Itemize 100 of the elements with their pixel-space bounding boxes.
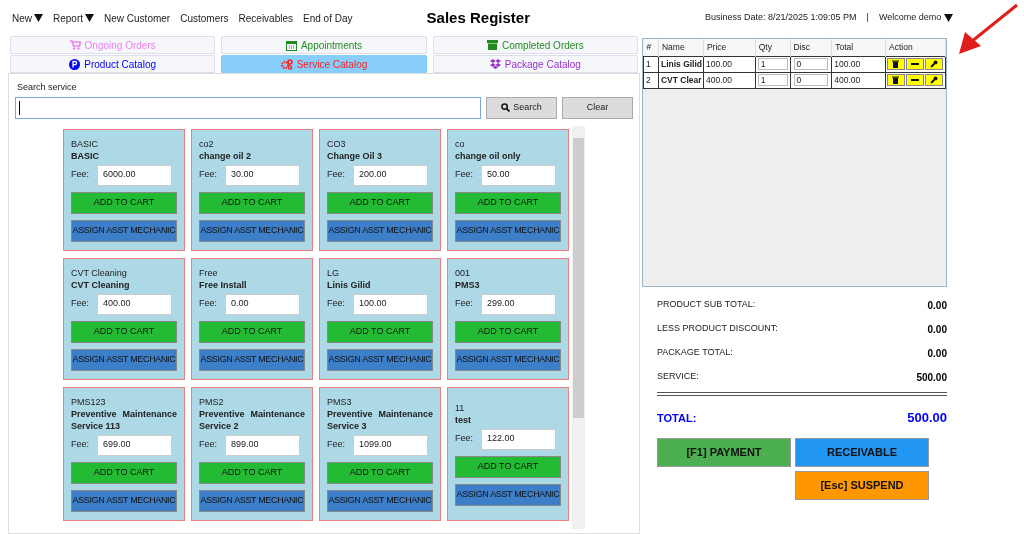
discount-field[interactable]: 0	[793, 74, 829, 86]
service-name: Free Install	[199, 278, 248, 291]
minus-icon	[911, 63, 919, 65]
table-cell: 1	[643, 56, 659, 72]
fee-field[interactable]: 400.00	[97, 293, 172, 315]
add-to-cart-button[interactable]: ADD TO CART	[71, 191, 177, 214]
separator-text: |	[866, 11, 869, 25]
add-to-cart-button[interactable]: ADD TO CART	[327, 320, 433, 343]
action-button[interactable]: RECEIVABLE	[795, 437, 929, 467]
scrollbar[interactable]	[572, 125, 585, 529]
assign-mechanic-button[interactable]: ASSIGN ASST MECHANIC	[455, 219, 561, 242]
service-code: co2	[199, 137, 215, 150]
fee-field[interactable]: 50.00	[481, 164, 556, 186]
service-name: Preventive Maintenance Service 113	[71, 407, 177, 432]
table-cell: 100.00	[703, 56, 756, 72]
tab[interactable]: Product Catalog	[10, 55, 216, 73]
mechanic-button[interactable]	[925, 74, 943, 86]
scrollbar-thumb[interactable]	[573, 137, 584, 418]
fee-field[interactable]: 122.00	[481, 428, 556, 450]
fee-field[interactable]: 100.00	[353, 293, 428, 315]
trash-icon	[892, 76, 900, 84]
qty-field[interactable]: 1	[757, 58, 788, 70]
fee-label: Fee:	[71, 438, 90, 452]
add-to-cart-button[interactable]: ADD TO CART	[455, 455, 561, 478]
add-to-cart-button[interactable]: ADD TO CART	[327, 461, 433, 484]
menu-item[interactable]: New	[12, 10, 43, 26]
service-code: PMS123	[71, 395, 107, 408]
fee-label: Fee:	[455, 432, 474, 446]
action-button[interactable]: [F1] PAYMENT	[657, 437, 791, 467]
fee-field[interactable]: 899.00	[225, 434, 300, 456]
menu-item[interactable]: Receivables	[238, 10, 293, 26]
service-name: change oil 2	[199, 149, 252, 162]
fee-label: Fee:	[71, 168, 90, 182]
assign-mechanic-button[interactable]: ASSIGN ASST MECHANIC	[327, 219, 433, 242]
assign-mechanic-button[interactable]: ASSIGN ASST MECHANIC	[327, 489, 433, 512]
assign-mechanic-button[interactable]: ASSIGN ASST MECHANIC	[199, 348, 305, 371]
add-to-cart-button[interactable]: ADD TO CART	[327, 191, 433, 214]
add-to-cart-button[interactable]: ADD TO CART	[199, 191, 305, 214]
add-to-cart-button[interactable]: ADD TO CART	[199, 461, 305, 484]
search-button[interactable]: Search	[486, 96, 557, 119]
total-value: 500.00	[907, 409, 947, 427]
assign-mechanic-button[interactable]: ASSIGN ASST MECHANIC	[199, 219, 305, 242]
delete-button[interactable]	[887, 58, 905, 70]
add-to-cart-button[interactable]: ADD TO CART	[199, 320, 305, 343]
wrench-icon	[930, 76, 938, 84]
summary-label: PACKAGE TOTAL:	[657, 346, 733, 360]
menu-item[interactable]: Customers	[180, 10, 229, 26]
service-name: Linis Gilid	[327, 278, 372, 291]
mechanic-button[interactable]	[925, 58, 943, 70]
add-to-cart-button[interactable]: ADD TO CART	[455, 320, 561, 343]
add-to-cart-button[interactable]: ADD TO CART	[455, 191, 561, 214]
delete-button[interactable]	[887, 74, 905, 86]
assign-mechanic-button[interactable]: ASSIGN ASST MECHANIC	[455, 483, 561, 506]
discount-field[interactable]: 0	[793, 58, 829, 70]
qty-field[interactable]: 1	[757, 74, 788, 86]
assign-mechanic-button[interactable]: ASSIGN ASST MECHANIC	[455, 348, 561, 371]
assign-mechanic-button[interactable]: ASSIGN ASST MECHANIC	[199, 489, 305, 512]
fee-label: Fee:	[327, 438, 346, 452]
assign-mechanic-button[interactable]: ASSIGN ASST MECHANIC	[327, 348, 433, 371]
fee-field[interactable]: 6000.00	[97, 164, 172, 186]
service-name: CVT Cleaning	[71, 278, 131, 291]
menu-item[interactable]: Report	[53, 10, 95, 26]
fee-field[interactable]: 0.00	[225, 293, 300, 315]
service-name: change oil only	[455, 149, 522, 162]
menu-item[interactable]: New Customer	[104, 10, 171, 26]
table-cell: 400.00	[831, 72, 886, 88]
column-header: Disc	[790, 39, 832, 56]
trash-icon	[892, 60, 900, 68]
fee-field[interactable]: 30.00	[225, 164, 300, 186]
assign-mechanic-button[interactable]: ASSIGN ASST MECHANIC	[71, 348, 177, 371]
clear-button[interactable]: Clear	[562, 96, 633, 119]
tab[interactable]: Completed Orders	[432, 36, 638, 54]
fee-field[interactable]: 699.00	[97, 434, 172, 456]
fee-label: Fee:	[455, 168, 474, 182]
service-name: Change Oil 3	[327, 149, 383, 162]
action-button[interactable]: [Esc] SUSPEND	[795, 470, 929, 500]
tab[interactable]: Appointments	[221, 36, 427, 54]
service-code: CO3	[327, 137, 347, 150]
fee-field[interactable]: 200.00	[353, 164, 428, 186]
add-to-cart-button[interactable]: ADD TO CART	[71, 461, 177, 484]
summary-label: PRODUCT SUB TOTAL:	[657, 298, 756, 312]
service-name: test	[455, 413, 472, 426]
tab[interactable]: Package Catalog	[432, 55, 638, 73]
menu-item[interactable]: End of Day	[303, 10, 353, 26]
assign-mechanic-button[interactable]: ASSIGN ASST MECHANIC	[71, 489, 177, 512]
service-code: Free	[199, 266, 219, 279]
search-field[interactable]	[15, 96, 481, 119]
service-code: BASIC	[71, 137, 99, 150]
user-menu[interactable]: Welcome demo	[878, 11, 954, 25]
summary-value: 0.00	[927, 346, 947, 361]
add-to-cart-button[interactable]: ADD TO CART	[71, 320, 177, 343]
service-name: Preventive Maintenance Service 2	[199, 407, 305, 432]
fee-field[interactable]: 1099.00	[353, 434, 428, 456]
decrease-button[interactable]	[906, 74, 924, 86]
business-date: Business Date: 8/21/2025 1:09:05 PM	[705, 11, 857, 25]
decrease-button[interactable]	[906, 58, 924, 70]
table-cell: 2	[643, 72, 659, 88]
assign-mechanic-button[interactable]: ASSIGN ASST MECHANIC	[71, 219, 177, 242]
summary-value: 0.00	[927, 322, 947, 337]
fee-field[interactable]: 299.00	[481, 293, 556, 315]
